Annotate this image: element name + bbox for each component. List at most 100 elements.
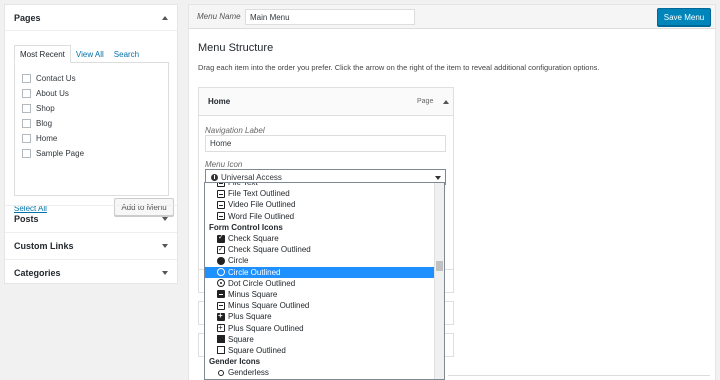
dropdown-option[interactable]: Check Square Outlined: [205, 244, 435, 255]
dropdown-scrollbar[interactable]: [434, 183, 444, 379]
minus-square-outlined-icon: [217, 301, 225, 310]
page-item-label: Shop: [36, 104, 55, 113]
page-item-home[interactable]: Home: [22, 133, 57, 144]
item-toggle-arrow-icon[interactable]: [443, 100, 449, 104]
option-label: Check Square Outlined: [228, 245, 311, 255]
check-square-icon: [217, 233, 225, 243]
pages-checklist: Contact Us About Us Shop Blog Home Sampl…: [14, 62, 169, 196]
add-menu-items-panel: Pages Most Recent View All Search Contac…: [4, 4, 178, 284]
collapse-arrow-icon[interactable]: [162, 15, 168, 20]
section-title: Categories: [14, 268, 61, 278]
square-icon: [217, 335, 225, 344]
page-item-about-us[interactable]: About Us: [22, 88, 69, 99]
checkbox[interactable]: [22, 89, 31, 98]
dropdown-option[interactable]: Square Outlined: [205, 345, 435, 356]
file-icon: [217, 183, 225, 187]
navigation-label-input[interactable]: Home: [205, 135, 446, 152]
divider: [448, 375, 710, 376]
page-item-sample-page[interactable]: Sample Page: [22, 148, 84, 159]
check-square-outlined-icon: [217, 245, 225, 254]
dropdown-option[interactable]: Minus Square Outlined: [205, 300, 435, 311]
checkbox[interactable]: [22, 149, 31, 158]
option-label: Minus Square Outlined: [228, 301, 310, 311]
dropdown-option[interactable]: File Text Outlined: [205, 188, 435, 199]
universal-access-icon: [211, 173, 218, 181]
menu-item-title: Home: [208, 97, 231, 106]
option-label: Circle: [228, 256, 249, 266]
navigation-label-caption: Navigation Label: [205, 126, 265, 135]
dropdown-group-label: Gender Icons: [205, 356, 435, 367]
page-item-shop[interactable]: Shop: [22, 103, 55, 114]
page-item-label: Contact Us: [36, 74, 76, 83]
option-label: Square: [228, 334, 254, 344]
menu-item-type: Page: [417, 98, 434, 105]
option-label: Plus Square: [228, 312, 272, 322]
menu-name-label: Menu Name: [197, 12, 241, 21]
checkbox[interactable]: [22, 119, 31, 128]
dropdown-option[interactable]: Genderless: [205, 367, 435, 378]
pages-section-header[interactable]: Pages: [5, 5, 177, 31]
plus-square-outlined-icon: [217, 323, 225, 333]
option-label: File Text Outlined: [228, 189, 290, 199]
option-label: Check Square: [228, 234, 279, 244]
tab-search[interactable]: Search: [109, 45, 144, 63]
page-item-contact-us[interactable]: Contact Us: [22, 73, 76, 84]
expand-arrow-icon[interactable]: [162, 217, 168, 221]
menu-icon-dropdown-list[interactable]: File Text File Text Outlined Video File Ou…: [204, 182, 445, 380]
menu-structure-instructions: Drag each item into the order you prefer…: [198, 63, 600, 72]
option-label: Minus Square: [228, 289, 278, 299]
menu-structure-title: Menu Structure: [198, 42, 274, 54]
tab-view-all[interactable]: View All: [71, 45, 109, 63]
custom-links-section-header[interactable]: Custom Links: [5, 232, 177, 259]
tab-most-recent[interactable]: Most Recent: [14, 45, 71, 63]
menu-name-input[interactable]: Main Menu: [245, 9, 415, 25]
menu-icon-selected-value: Universal Access: [221, 172, 282, 182]
expand-arrow-icon[interactable]: [162, 271, 168, 275]
dropdown-option[interactable]: Square: [205, 334, 435, 345]
square-outlined-icon: [217, 346, 225, 355]
file-icon: [217, 212, 225, 221]
minus-square-icon: [217, 290, 225, 299]
dropdown-option[interactable]: Check Square: [205, 233, 435, 244]
page-item-label: Blog: [36, 119, 53, 128]
checkbox[interactable]: [22, 104, 31, 113]
expand-arrow-icon[interactable]: [162, 244, 168, 248]
dropdown-option[interactable]: Dot Circle Outlined: [205, 278, 435, 289]
page-item-label: Home: [36, 134, 58, 143]
dropdown-option[interactable]: Word File Outlined: [205, 211, 435, 222]
checkbox[interactable]: [22, 134, 31, 143]
page-item-label: Sample Page: [36, 149, 85, 158]
option-label: Plus Square Outlined: [228, 323, 304, 333]
menu-item-handle[interactable]: Home Page: [199, 88, 453, 116]
option-label: Gender Icons: [209, 357, 261, 367]
pages-tabs: Most Recent View All Search: [14, 45, 144, 63]
plus-square-icon: [217, 311, 225, 321]
dropdown-option[interactable]: Plus Square: [205, 311, 435, 322]
page-item-blog[interactable]: Blog: [22, 118, 52, 129]
dropdown-option[interactable]: Minus Square: [205, 289, 435, 300]
pages-section-body: Most Recent View All Search Contact Us A…: [5, 31, 177, 216]
option-label: Video File Outlined: [228, 200, 296, 210]
option-label: Word File Outlined: [228, 211, 295, 221]
scrollbar-thumb[interactable]: [436, 261, 443, 271]
checkbox[interactable]: [22, 74, 31, 83]
dropdown-option[interactable]: Circle: [205, 255, 435, 266]
circle-outlined-icon: [217, 268, 225, 277]
section-title: Posts: [14, 214, 39, 224]
file-icon: [217, 189, 225, 198]
categories-section-header[interactable]: Categories: [5, 259, 177, 286]
chevron-down-icon: [435, 176, 441, 180]
dropdown-option[interactable]: Plus Square Outlined: [205, 322, 435, 333]
section-title: Custom Links: [14, 241, 74, 251]
genderless-icon: [218, 369, 224, 376]
page-item-label: About Us: [36, 89, 69, 98]
pages-section-title: Pages: [14, 12, 41, 23]
dropdown-option[interactable]: Circle Outlined: [205, 266, 435, 278]
posts-section-header[interactable]: Posts: [5, 205, 177, 232]
dropdown-group-label: Form Control Icons: [205, 222, 435, 233]
dropdown-option[interactable]: Video File Outlined: [205, 199, 435, 210]
dropdown-options: File Text File Text Outlined Video File Ou…: [205, 183, 435, 379]
option-label: Form Control Icons: [209, 222, 283, 232]
menu-icon-caption: Menu Icon: [205, 160, 243, 169]
save-menu-button[interactable]: Save Menu: [657, 8, 711, 26]
